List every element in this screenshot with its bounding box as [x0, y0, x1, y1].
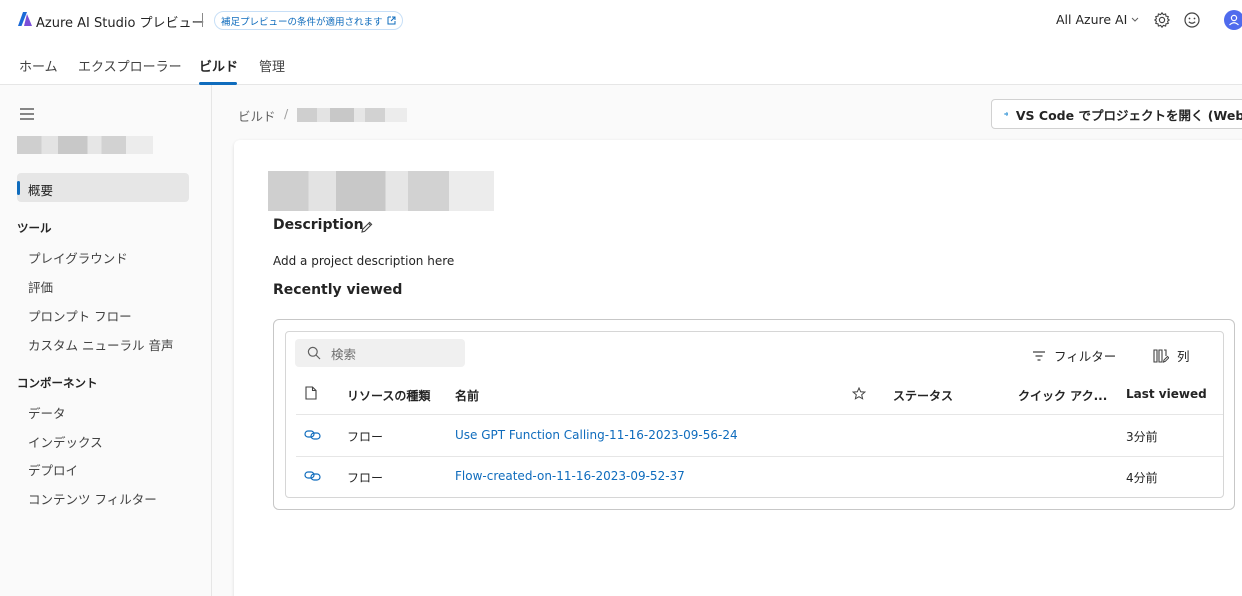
column-header-resource-type[interactable]: リソースの種類	[347, 387, 430, 404]
row-2-resource-type: フロー	[347, 471, 384, 485]
project-name-redacted	[17, 136, 153, 154]
flow-icon	[304, 471, 321, 481]
sidebar: 概要 ツール プレイグラウンド 評価 プロンプト フロー カスタム ニューラル …	[0, 85, 212, 596]
project-title-redacted	[268, 171, 494, 211]
filter-label: フィルター	[1054, 349, 1117, 364]
columns-edit-icon	[1153, 348, 1169, 363]
app-title[interactable]: Azure AI Studio プレビュー	[36, 12, 205, 31]
star-favorite-icon[interactable]	[852, 387, 866, 400]
columns-button[interactable]: 列	[1153, 346, 1190, 365]
user-avatar[interactable]	[1224, 10, 1242, 30]
person-icon	[1229, 14, 1239, 26]
breadcrumb-separator: /	[284, 106, 289, 121]
open-in-vscode-label: VS Code でプロジェクトを開く (Web)	[1015, 107, 1242, 123]
open-in-vscode-button[interactable]: VS Code でプロジェクトを開く (Web)	[991, 99, 1242, 129]
row-2-last-viewed: 4分前	[1126, 471, 1158, 485]
sidebar-item-content-filters[interactable]: コンテンツ フィルター	[28, 489, 157, 508]
breadcrumb-build[interactable]: ビルド	[238, 106, 276, 125]
filter-button[interactable]: フィルター	[1032, 346, 1116, 365]
top-bar: Azure AI Studio プレビュー 補足プレビューの条件が適用されます …	[0, 0, 1242, 40]
search-placeholder: 検索	[331, 346, 357, 362]
row-2-name-link[interactable]: Flow-created-on-11-16-2023-09-52-37	[455, 469, 685, 483]
tab-explorer[interactable]: エクスプローラー	[78, 56, 182, 75]
filter-icon	[1033, 350, 1045, 361]
search-input[interactable]: 検索	[295, 339, 465, 367]
external-link-icon	[387, 16, 396, 25]
tab-build[interactable]: ビルド	[199, 56, 238, 75]
preview-terms-link[interactable]: 補足プレビューの条件が適用されます	[214, 11, 403, 30]
columns-label: 列	[1177, 349, 1190, 364]
row-1-last-viewed: 3分前	[1126, 430, 1158, 444]
title-divider	[202, 13, 203, 27]
column-header-quick-actions[interactable]: クイック アク...	[1018, 387, 1107, 404]
row-divider	[296, 456, 1223, 457]
active-item-indicator	[17, 181, 20, 195]
column-header-name[interactable]: 名前	[455, 387, 479, 404]
vscode-icon	[1004, 112, 1008, 116]
tab-manage[interactable]: 管理	[259, 56, 285, 75]
column-header-status[interactable]: ステータス	[893, 387, 953, 404]
header-divider	[296, 414, 1223, 415]
document-icon	[305, 386, 317, 400]
chevron-down-icon	[1131, 17, 1139, 22]
sidebar-item-overview-label: 概要	[28, 183, 54, 198]
description-heading: Description	[273, 217, 364, 233]
search-icon	[307, 346, 321, 360]
feedback-smiley-icon[interactable]	[1183, 11, 1201, 29]
sidebar-item-deployments[interactable]: デプロイ	[28, 460, 78, 479]
column-header-last-viewed[interactable]: Last viewed	[1126, 387, 1207, 401]
preview-terms-label: 補足プレビューの条件が適用されます	[221, 16, 383, 28]
sidebar-item-playground[interactable]: プレイグラウンド	[28, 248, 128, 267]
main-nav: ホーム エクスプローラー ビルド 管理	[0, 40, 1242, 85]
sidebar-section-components: コンポーネント	[17, 376, 98, 390]
recently-viewed-heading: Recently viewed	[273, 282, 403, 298]
description-text: Add a project description here	[273, 254, 455, 268]
sidebar-item-indexes[interactable]: インデックス	[28, 432, 103, 451]
sidebar-item-data[interactable]: データ	[28, 403, 66, 422]
sidebar-section-tools: ツール	[17, 221, 52, 235]
row-1-name-link[interactable]: Use GPT Function Calling-11-16-2023-09-5…	[455, 428, 738, 442]
sidebar-item-prompt-flow[interactable]: プロンプト フロー	[28, 306, 132, 325]
azure-ai-logo-icon[interactable]	[18, 12, 32, 27]
edit-pencil-icon[interactable]	[360, 220, 374, 234]
sidebar-item-evaluation[interactable]: 評価	[28, 277, 53, 296]
flow-icon	[304, 430, 321, 440]
hamburger-menu-icon[interactable]	[20, 108, 34, 120]
breadcrumb-project-redacted	[297, 108, 407, 122]
scope-label: All Azure AI	[1056, 12, 1128, 27]
row-1-resource-type: フロー	[347, 430, 384, 444]
settings-icon[interactable]	[1153, 11, 1171, 29]
scope-dropdown[interactable]: All Azure AI	[1056, 12, 1139, 27]
tab-home[interactable]: ホーム	[19, 56, 58, 75]
sidebar-item-custom-neural-voice[interactable]: カスタム ニューラル 音声	[28, 335, 173, 354]
